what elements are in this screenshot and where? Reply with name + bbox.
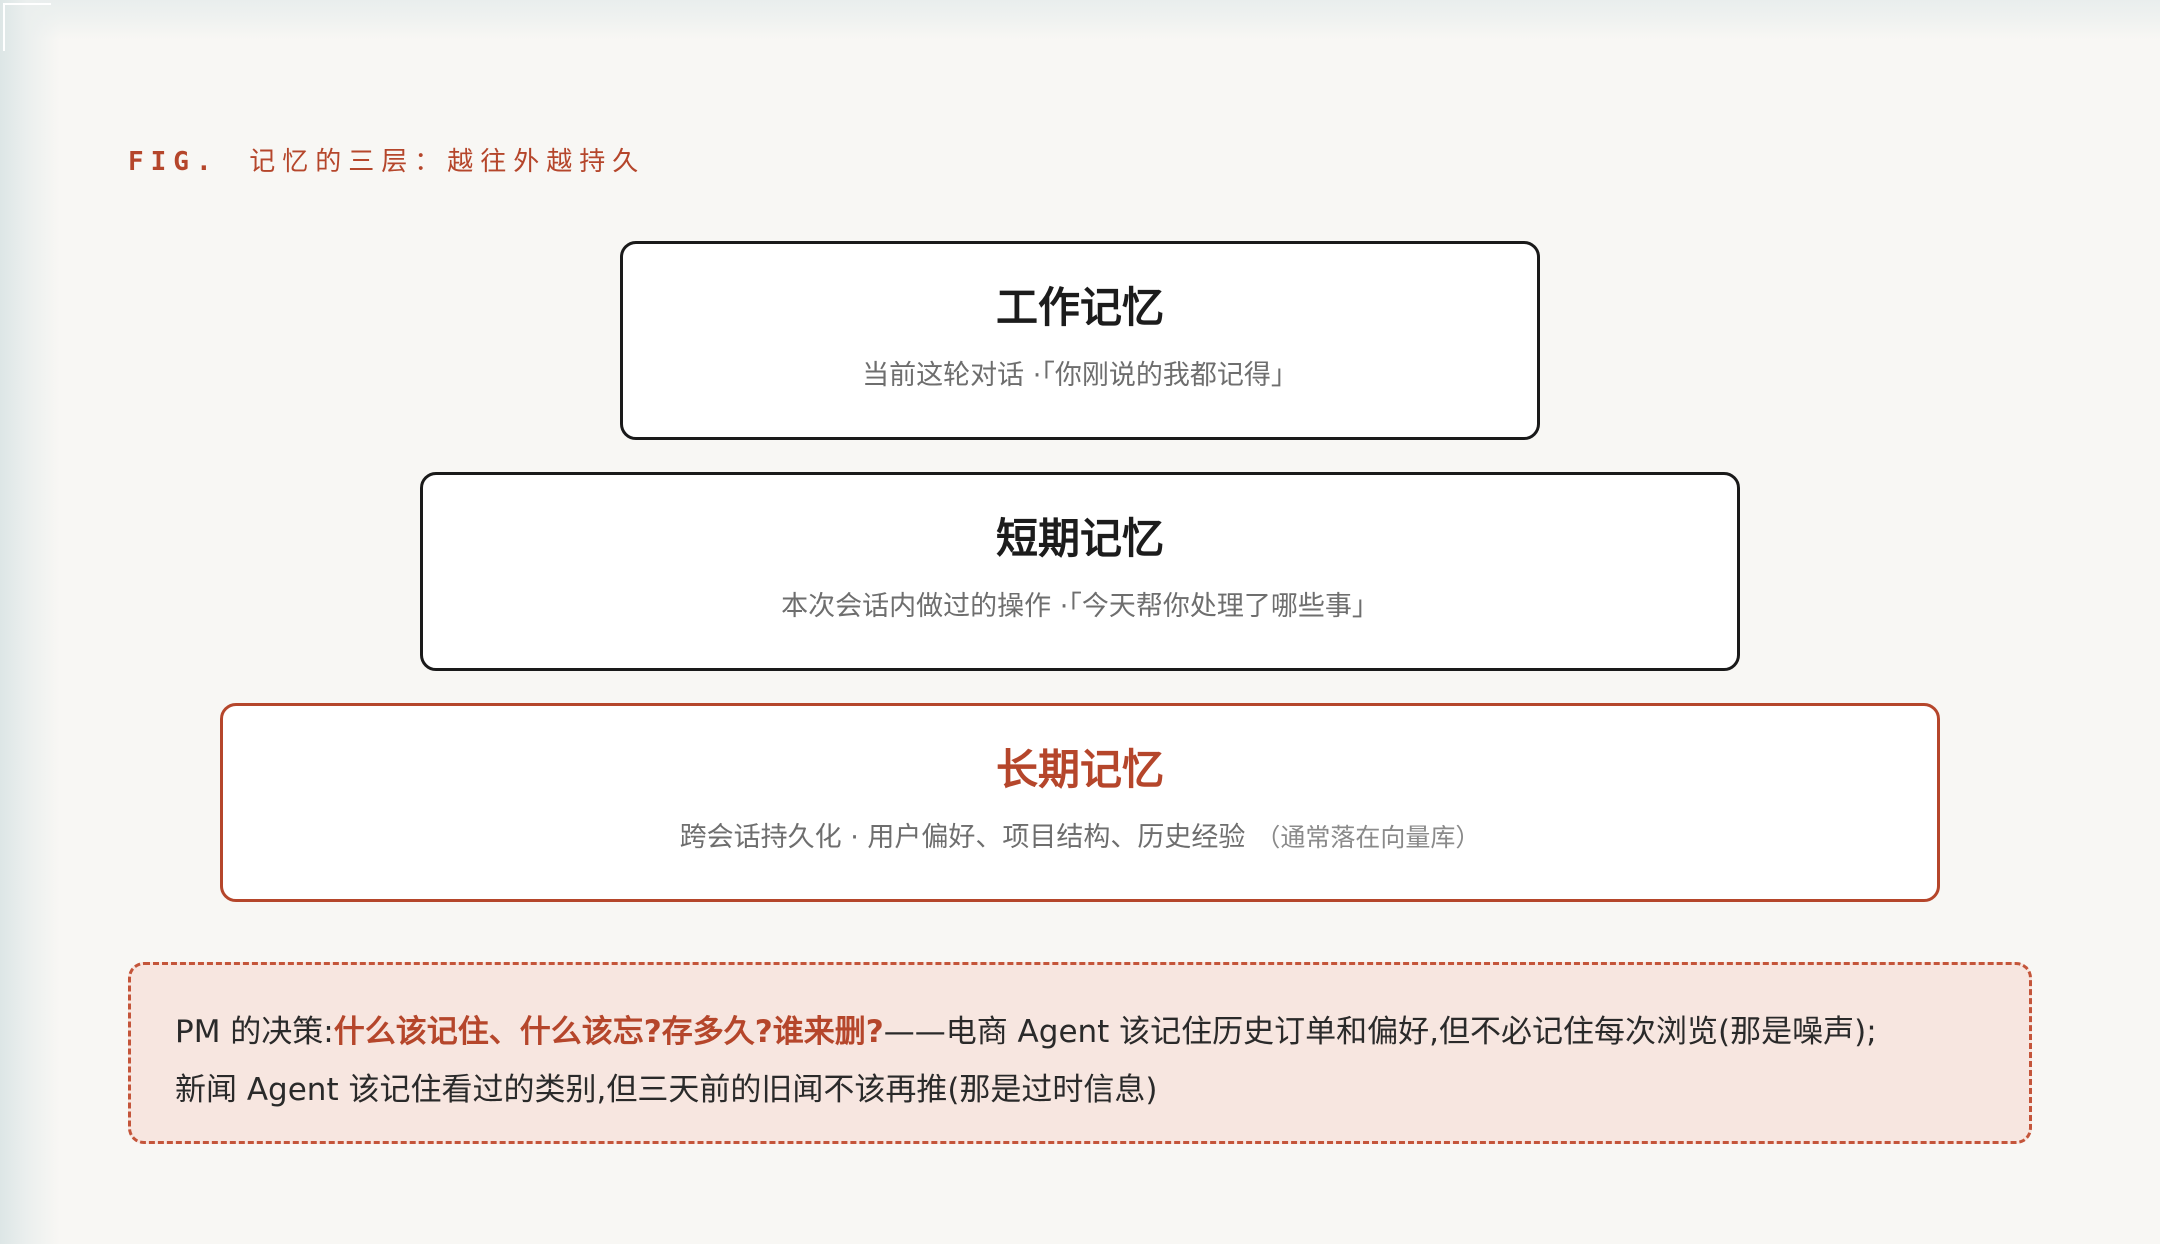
layer-description-text: 当前这轮对话 ·「你刚说的我都记得」 — [862, 360, 1298, 391]
layer-title: 工作记忆 — [995, 283, 1164, 332]
pm-note-line-2: 新闻 Agent 该记住看过的类别,但三天前的旧闻不该再推(那是过时信息) — [175, 1072, 1158, 1108]
layer-description-text: 本次会话内做过的操作 ·「今天帮你处理了哪些事」 — [781, 591, 1379, 622]
layer-title: 短期记忆 — [995, 514, 1164, 563]
layer-description: 本次会话内做过的操作 ·「今天帮你处理了哪些事」 — [423, 589, 1737, 625]
layer-note: （通常落在向量库） — [1255, 823, 1481, 852]
pm-note-line-1: PM 的决策:什么该记住、什么该忘?存多久?谁来删?——电商 Agent 该记住… — [175, 1003, 1985, 1061]
layer-description-text: 跨会话持久化 · 用户偏好、项目结构、历史经验 — [679, 822, 1246, 853]
pm-decision-note: PM 的决策:什么该记住、什么该忘?存多久?谁来删?——电商 Agent 该记住… — [128, 962, 2032, 1144]
corner-mark — [3, 3, 51, 51]
pm-note-prefix: PM 的决策: — [175, 1014, 334, 1050]
page-left-edge — [0, 0, 60, 1244]
pm-note-emphasis: 什么该记住、什么该忘?存多久?谁来删? — [333, 1014, 884, 1050]
figure-caption: FIG. 记忆的三层：越往外越持久 — [128, 144, 645, 180]
layer-working-memory: 工作记忆 当前这轮对话 ·「你刚说的我都记得」 — [620, 241, 1540, 440]
layer-description: 跨会话持久化 · 用户偏好、项目结构、历史经验 （通常落在向量库） — [223, 820, 1937, 856]
layer-short-term-memory: 短期记忆 本次会话内做过的操作 ·「今天帮你处理了哪些事」 — [420, 472, 1740, 671]
layer-title: 长期记忆 — [995, 745, 1164, 794]
figure-caption-text: 记忆的三层：越往外越持久 — [249, 147, 646, 177]
layer-description: 当前这轮对话 ·「你刚说的我都记得」 — [623, 358, 1537, 394]
figure-label: FIG. — [128, 147, 219, 177]
pm-note-line1-rest: ——电商 Agent 该记住历史订单和偏好,但不必记住每次浏览(那是噪声); — [883, 1014, 1877, 1050]
page-top-edge — [0, 0, 2160, 40]
layer-long-term-memory: 长期记忆 跨会话持久化 · 用户偏好、项目结构、历史经验 （通常落在向量库） — [220, 703, 1940, 902]
